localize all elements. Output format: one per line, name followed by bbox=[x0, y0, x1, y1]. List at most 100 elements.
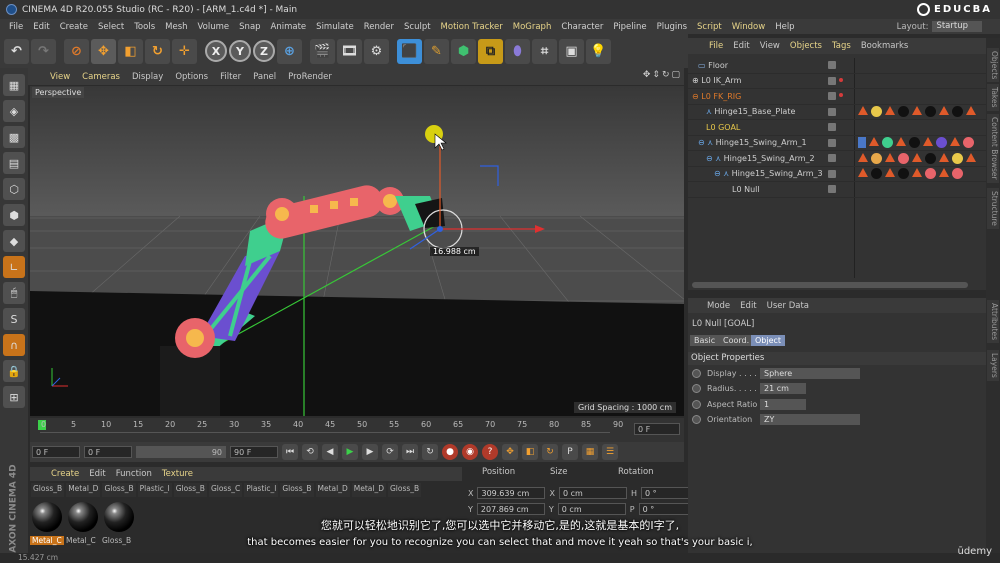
material-menu-function[interactable]: Function bbox=[111, 469, 157, 479]
loop-icon[interactable]: ↻ bbox=[422, 444, 438, 460]
material-menu-edit[interactable]: Edit bbox=[84, 469, 110, 479]
object-row-null[interactable]: L0 Null bbox=[688, 182, 986, 198]
side-tab-structure[interactable]: Structure bbox=[987, 188, 999, 229]
tab-object[interactable]: Object bbox=[751, 335, 786, 346]
texture-tag-icon[interactable] bbox=[858, 168, 868, 178]
texture-tag-icon[interactable] bbox=[912, 168, 922, 178]
texture-tag-icon[interactable] bbox=[923, 137, 933, 147]
tweak-mode-icon[interactable]: 🖱 bbox=[3, 282, 25, 304]
go-to-end-icon[interactable]: ⏭ bbox=[402, 444, 418, 460]
object-menu-bookmarks[interactable]: Bookmarks bbox=[856, 41, 914, 51]
texture-tag-icon[interactable] bbox=[858, 106, 868, 116]
menu-sculpt[interactable]: Sculpt bbox=[399, 22, 436, 32]
points-mode-icon[interactable]: ⬡ bbox=[3, 178, 25, 200]
magnet-icon[interactable]: ∩ bbox=[3, 334, 25, 356]
aspect-ratio-field[interactable]: 1 bbox=[760, 399, 806, 410]
attribute-menu-mode[interactable]: Mode bbox=[702, 301, 735, 311]
object-row-base-plate[interactable]: ⋏ Hinge15_Base_Plate bbox=[688, 105, 986, 120]
size-y-field[interactable]: 0 cm bbox=[557, 503, 626, 515]
visibility-toggle[interactable] bbox=[828, 107, 836, 116]
current-frame-field[interactable]: 0 F bbox=[634, 423, 680, 435]
z-axis-lock[interactable]: Z bbox=[253, 40, 275, 62]
material-tag-icon[interactable] bbox=[963, 137, 974, 149]
viewport-menu-filter[interactable]: Filter bbox=[214, 72, 247, 82]
orientation-select[interactable]: ZY bbox=[760, 414, 860, 425]
render-picture-viewer-icon[interactable]: 🎞 bbox=[337, 38, 362, 64]
material-item[interactable]: Metal_D bbox=[315, 483, 350, 497]
material-menu-texture[interactable]: Texture bbox=[157, 469, 198, 479]
object-manager-scrollbar[interactable] bbox=[692, 282, 968, 288]
camera-icon[interactable]: ▣ bbox=[559, 38, 584, 64]
material-tag-icon[interactable] bbox=[936, 137, 947, 149]
display-select[interactable]: Sphere bbox=[760, 368, 860, 379]
material-tag-icon[interactable] bbox=[882, 137, 893, 149]
preview-range-bar[interactable]: 90 bbox=[136, 446, 226, 458]
render-dot[interactable] bbox=[839, 93, 843, 97]
object-menu-edit[interactable]: Edit bbox=[728, 41, 754, 51]
side-tab-content-browser[interactable]: Content Browser bbox=[987, 114, 999, 183]
object-row-goal[interactable]: L0 GOAL bbox=[688, 120, 986, 136]
size-x-field[interactable]: 0 cm bbox=[558, 487, 627, 499]
menu-window[interactable]: Window bbox=[727, 22, 771, 32]
perspective-viewport[interactable]: Perspective 16.988 cm Grid Spacing : 100… bbox=[30, 86, 684, 416]
axis-mode-icon[interactable]: ∟ bbox=[3, 256, 25, 278]
viewport-menu-prorender[interactable]: ProRender bbox=[282, 72, 338, 82]
start-frame-field[interactable]: 0 F bbox=[32, 446, 80, 458]
visibility-toggle[interactable] bbox=[828, 123, 836, 132]
render-view-icon[interactable]: 🎬 bbox=[310, 38, 335, 64]
previous-key-icon[interactable]: ⟲ bbox=[302, 444, 318, 460]
select-icon[interactable]: ⊘ bbox=[64, 38, 89, 64]
animate-radio[interactable] bbox=[692, 415, 701, 424]
workplane-icon[interactable]: ▤ bbox=[3, 152, 25, 174]
rotation-key-icon[interactable]: ↻ bbox=[542, 444, 558, 460]
record-active-icon[interactable]: ● bbox=[442, 444, 458, 460]
material-tag-icon[interactable] bbox=[952, 106, 963, 118]
previous-frame-icon[interactable]: ◀ bbox=[322, 444, 338, 460]
next-frame-icon[interactable]: ▶ bbox=[362, 444, 378, 460]
material-item[interactable]: Gloss_B bbox=[102, 483, 136, 497]
menu-motion-tracker[interactable]: Motion Tracker bbox=[436, 22, 508, 32]
texture-tag-icon[interactable] bbox=[966, 106, 976, 116]
material-item[interactable]: Gloss_B bbox=[280, 483, 314, 497]
menu-create[interactable]: Create bbox=[55, 22, 93, 32]
pen-icon[interactable]: ✎ bbox=[424, 38, 449, 64]
deformer-icon[interactable]: ⬮ bbox=[505, 38, 530, 64]
timeline-window-icon[interactable]: ☰ bbox=[602, 444, 618, 460]
animate-radio[interactable] bbox=[692, 400, 701, 409]
visibility-toggle[interactable] bbox=[828, 185, 836, 194]
render-settings-icon[interactable]: ⚙ bbox=[364, 38, 389, 64]
menu-script[interactable]: Script bbox=[692, 22, 727, 32]
preview-start-field[interactable]: 0 F bbox=[84, 446, 132, 458]
edges-mode-icon[interactable]: ⬢ bbox=[3, 204, 25, 226]
material-item[interactable]: Gloss_B bbox=[388, 483, 422, 497]
viewport-label[interactable]: Perspective bbox=[32, 87, 85, 98]
ik-tag-icon[interactable] bbox=[858, 137, 866, 149]
cloner-icon[interactable]: ⧉ bbox=[478, 38, 503, 64]
coordinate-system-icon[interactable]: ⊕ bbox=[277, 38, 302, 64]
parameter-key-icon[interactable]: P bbox=[562, 444, 578, 460]
texture-tag-icon[interactable] bbox=[939, 152, 949, 162]
visibility-toggle[interactable] bbox=[828, 92, 836, 101]
scale-key-icon[interactable]: ◧ bbox=[522, 444, 538, 460]
side-tab-layers[interactable]: Layers bbox=[987, 350, 999, 381]
object-row-swing-arm-2[interactable]: ⊖ ⋏ Hinge15_Swing_Arm_2 bbox=[688, 151, 986, 167]
object-row-swing-arm-1[interactable]: ⊖ ⋏ Hinge15_Swing_Arm_1 bbox=[688, 136, 986, 151]
redo-icon[interactable]: ↷ bbox=[31, 38, 56, 64]
texture-tag-icon[interactable] bbox=[896, 137, 906, 147]
menu-pipeline[interactable]: Pipeline bbox=[608, 22, 651, 32]
texture-tag-icon[interactable] bbox=[966, 152, 976, 162]
menu-plugins[interactable]: Plugins bbox=[652, 22, 692, 32]
viewport-menu-cameras[interactable]: Cameras bbox=[76, 72, 126, 82]
side-tab-objects[interactable]: Objects bbox=[987, 48, 999, 83]
texture-tag-icon[interactable] bbox=[912, 106, 922, 116]
visibility-toggle[interactable] bbox=[828, 169, 836, 178]
menu-animate[interactable]: Animate bbox=[266, 22, 312, 32]
object-row-ik-arm[interactable]: ⊕ L0 IK_Arm bbox=[688, 74, 986, 89]
object-row-floor[interactable]: ▭ Floor bbox=[688, 58, 986, 74]
menu-snap[interactable]: Snap bbox=[234, 22, 265, 32]
cube-icon[interactable]: ⬛ bbox=[397, 38, 422, 64]
menu-help[interactable]: Help bbox=[770, 22, 799, 32]
texture-tag-icon[interactable] bbox=[912, 152, 922, 162]
rotate-icon[interactable]: ↻ bbox=[145, 38, 170, 64]
attribute-menu-edit[interactable]: Edit bbox=[735, 301, 761, 311]
